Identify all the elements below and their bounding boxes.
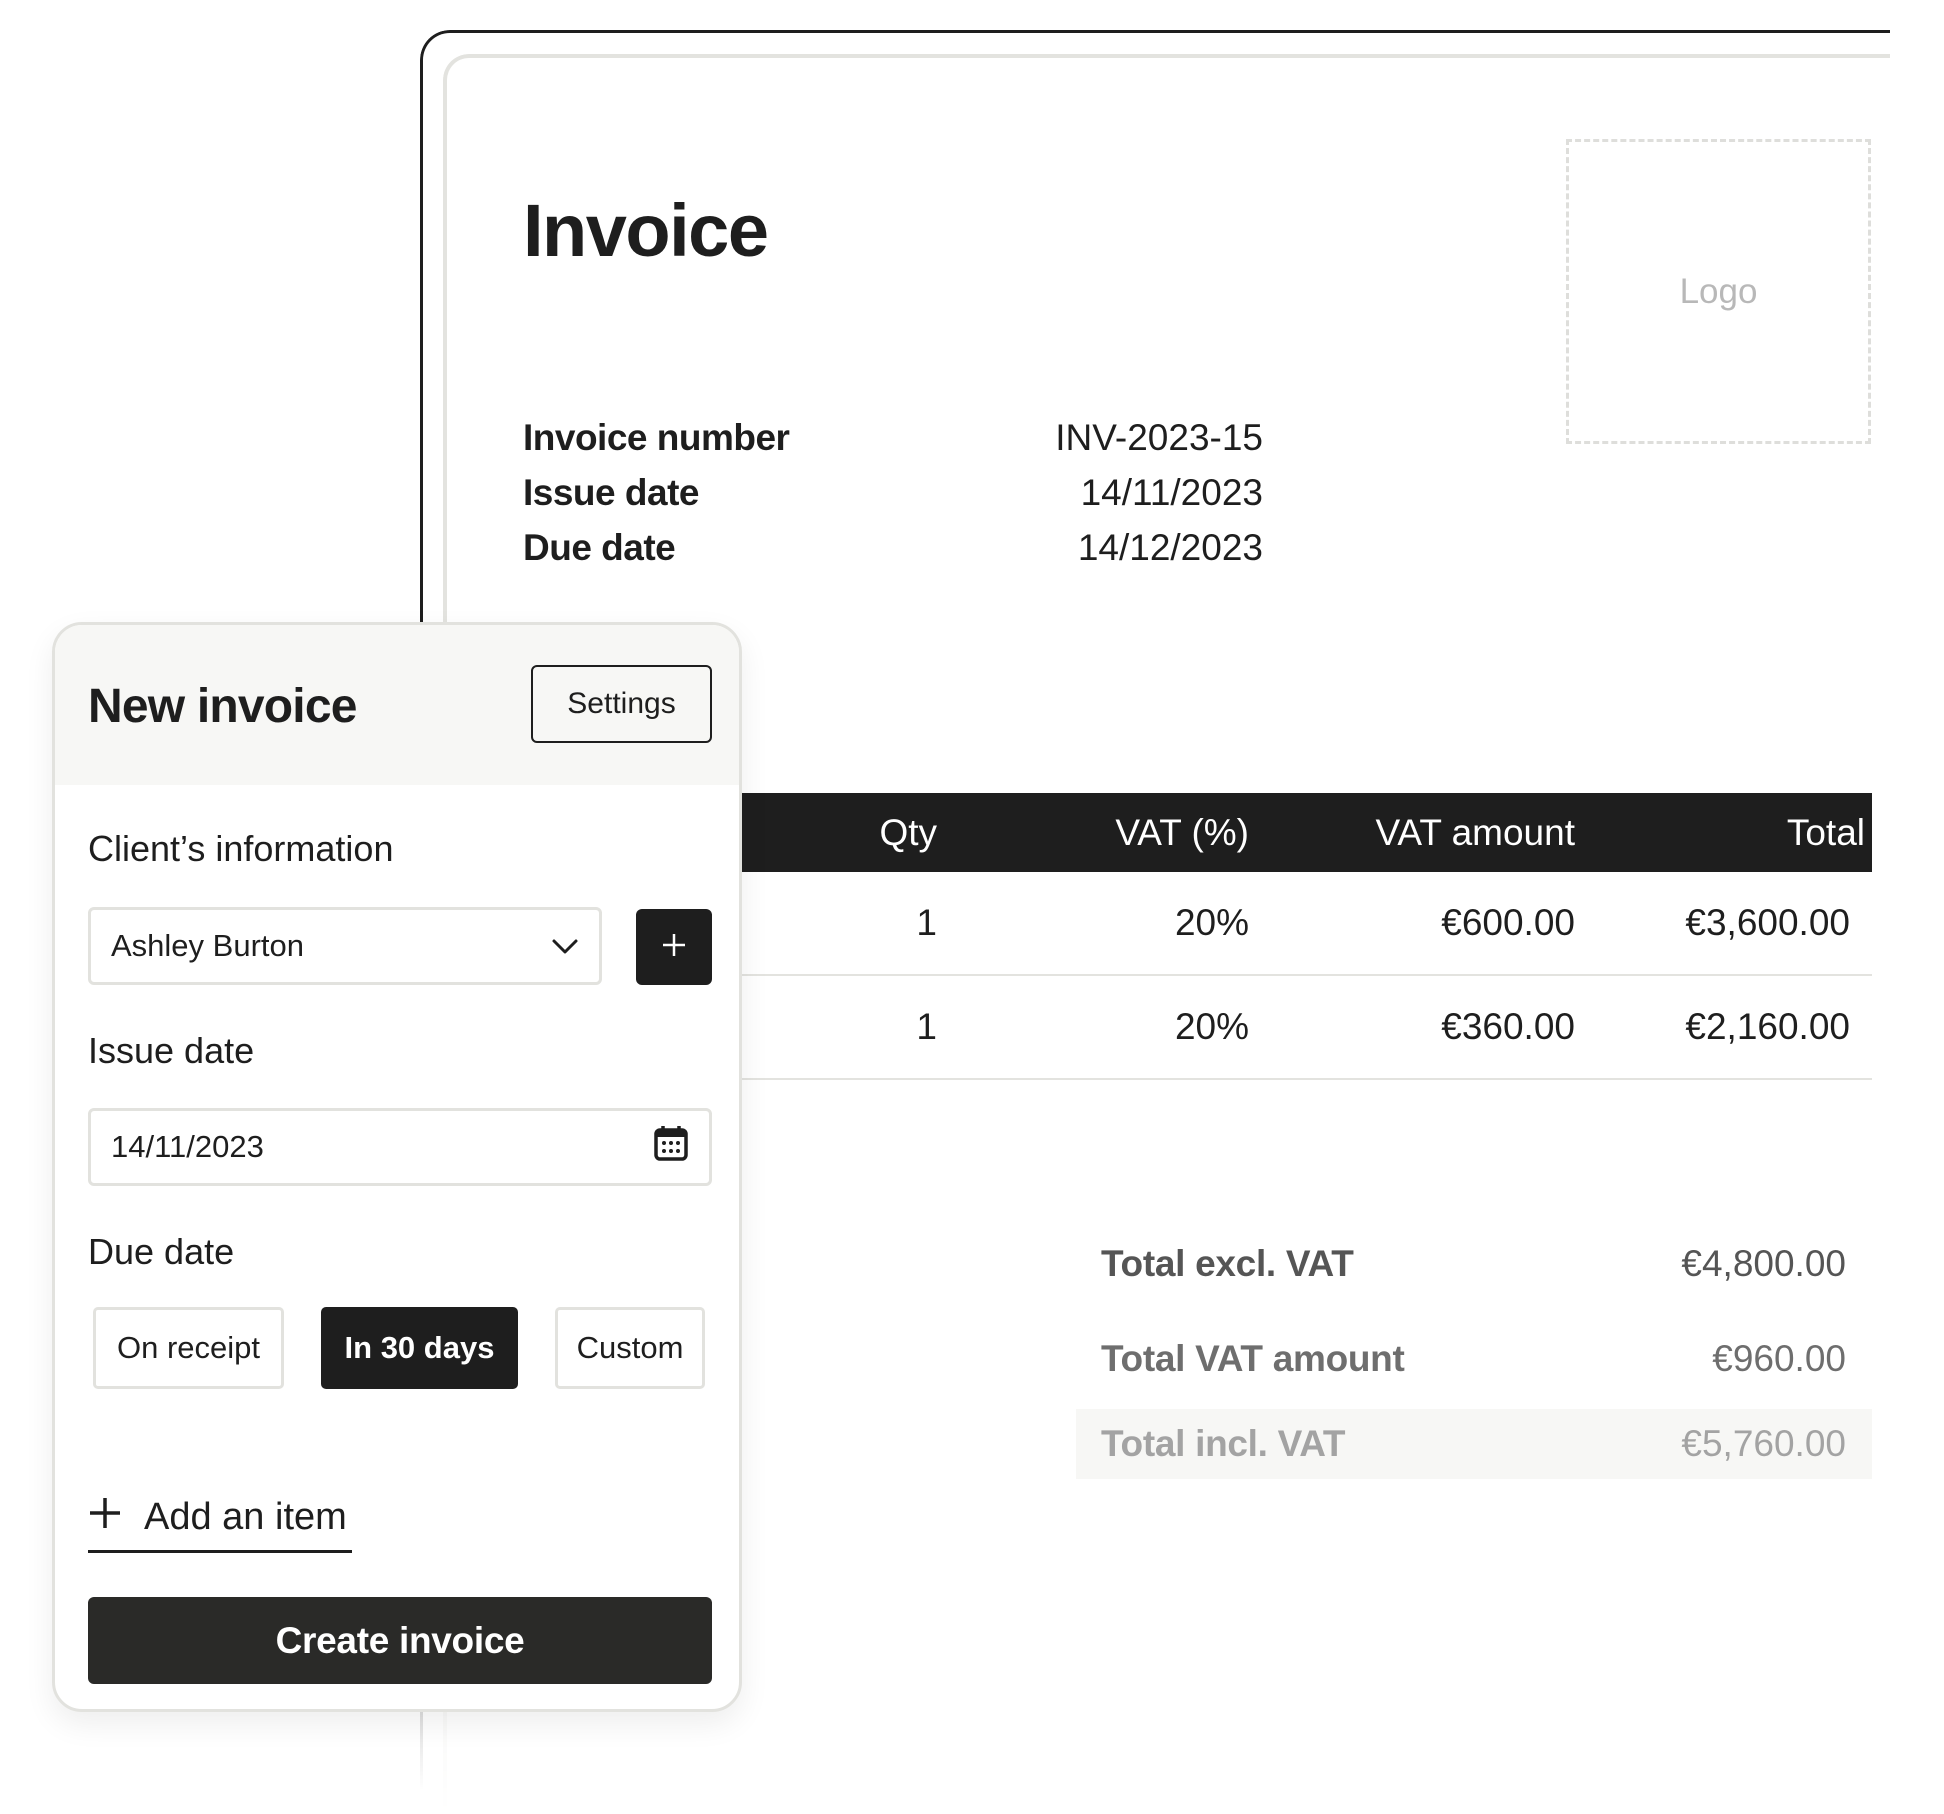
issue-date-value: 14/11/2023 <box>111 1129 264 1164</box>
new-invoice-panel: New invoice Settings Client’s informatio… <box>52 622 742 1712</box>
invoice-meta: Invoice number INV-2023-15 Issue date 14… <box>523 410 1263 575</box>
due-date-label: Due date <box>88 1231 235 1272</box>
meta-label: Invoice number <box>523 416 790 458</box>
header-vat-amount: VAT amount <box>1375 811 1576 853</box>
add-item-button[interactable]: Add an item <box>88 1485 352 1553</box>
table-row[interactable]: 1 20% €360.00 €2,160.00 <box>740 976 1872 1080</box>
panel-title: New invoice <box>88 680 357 733</box>
due-option-in-30-days[interactable]: In 30 days <box>321 1307 518 1389</box>
client-select-value: Ashley Burton <box>111 928 304 963</box>
meta-label: Due date <box>523 526 676 568</box>
cell-total: €3,600.00 <box>1685 902 1850 943</box>
meta-label: Issue date <box>523 471 699 513</box>
meta-value: INV-2023-15 <box>1055 416 1263 458</box>
table-header: Qty VAT (%) VAT amount Total <box>740 793 1872 872</box>
table-row[interactable]: 1 20% €600.00 €3,600.00 <box>740 872 1872 976</box>
invoice-title: Invoice <box>523 189 769 272</box>
header-qty: Qty <box>879 811 937 853</box>
cell-total: €2,160.00 <box>1685 1006 1850 1047</box>
meta-row-invoice-number: Invoice number INV-2023-15 <box>523 410 1263 465</box>
logo-label: Logo <box>1679 271 1758 311</box>
meta-value: 14/12/2023 <box>1077 526 1263 568</box>
settings-button[interactable]: Settings <box>531 665 712 743</box>
total-vat-row: Total VAT amount €960.00 <box>1076 1311 1872 1406</box>
client-select[interactable]: Ashley Burton <box>88 907 602 985</box>
total-value: €5,760.00 <box>1681 1423 1846 1464</box>
total-value: €4,800.00 <box>1681 1242 1846 1284</box>
total-label: Total excl. VAT <box>1101 1242 1354 1284</box>
logo-placeholder[interactable]: Logo <box>1566 139 1871 444</box>
totals-block: Total excl. VAT €4,800.00 Total VAT amou… <box>1076 1216 1872 1479</box>
cell-qty: 1 <box>916 1006 937 1047</box>
issue-date-input[interactable]: 14/11/2023 <box>88 1108 712 1186</box>
panel-header: New invoice Settings <box>55 625 739 785</box>
cell-vat-amount: €360.00 <box>1441 1006 1575 1047</box>
header-total: Total <box>1786 811 1865 853</box>
client-info-label: Client’s information <box>88 828 394 869</box>
total-label: Total incl. VAT <box>1101 1423 1346 1464</box>
items-table: Qty VAT (%) VAT amount Total 1 20% €600.… <box>740 793 1872 1080</box>
cell-qty: 1 <box>916 902 937 943</box>
cell-vat-pct: 20% <box>1174 1006 1249 1047</box>
issue-date-label: Issue date <box>88 1030 255 1071</box>
add-item-label: Add an item <box>144 1496 347 1538</box>
header-vat-pct: VAT (%) <box>1115 811 1249 853</box>
plus-icon <box>88 1496 122 1540</box>
due-option-custom[interactable]: Custom <box>555 1307 705 1389</box>
total-value: €960.00 <box>1712 1337 1846 1379</box>
due-date-options: On receipt In 30 days Custom <box>93 1307 705 1389</box>
chevron-down-icon <box>551 928 579 964</box>
total-label: Total VAT amount <box>1101 1337 1405 1379</box>
cell-vat-pct: 20% <box>1174 902 1249 943</box>
total-incl-vat-row: Total incl. VAT €5,760.00 <box>1076 1409 1872 1479</box>
add-client-button[interactable] <box>636 909 712 985</box>
meta-row-issue-date: Issue date 14/11/2023 <box>523 465 1263 520</box>
total-excl-vat-row: Total excl. VAT €4,800.00 <box>1076 1216 1872 1311</box>
create-invoice-button[interactable]: Create invoice <box>88 1597 712 1684</box>
calendar-icon[interactable] <box>653 1124 689 1170</box>
cell-vat-amount: €600.00 <box>1441 902 1575 943</box>
due-option-on-receipt[interactable]: On receipt <box>93 1307 284 1389</box>
plus-icon <box>661 932 687 963</box>
meta-value: 14/11/2023 <box>1080 471 1263 513</box>
meta-row-due-date: Due date 14/12/2023 <box>523 520 1263 575</box>
